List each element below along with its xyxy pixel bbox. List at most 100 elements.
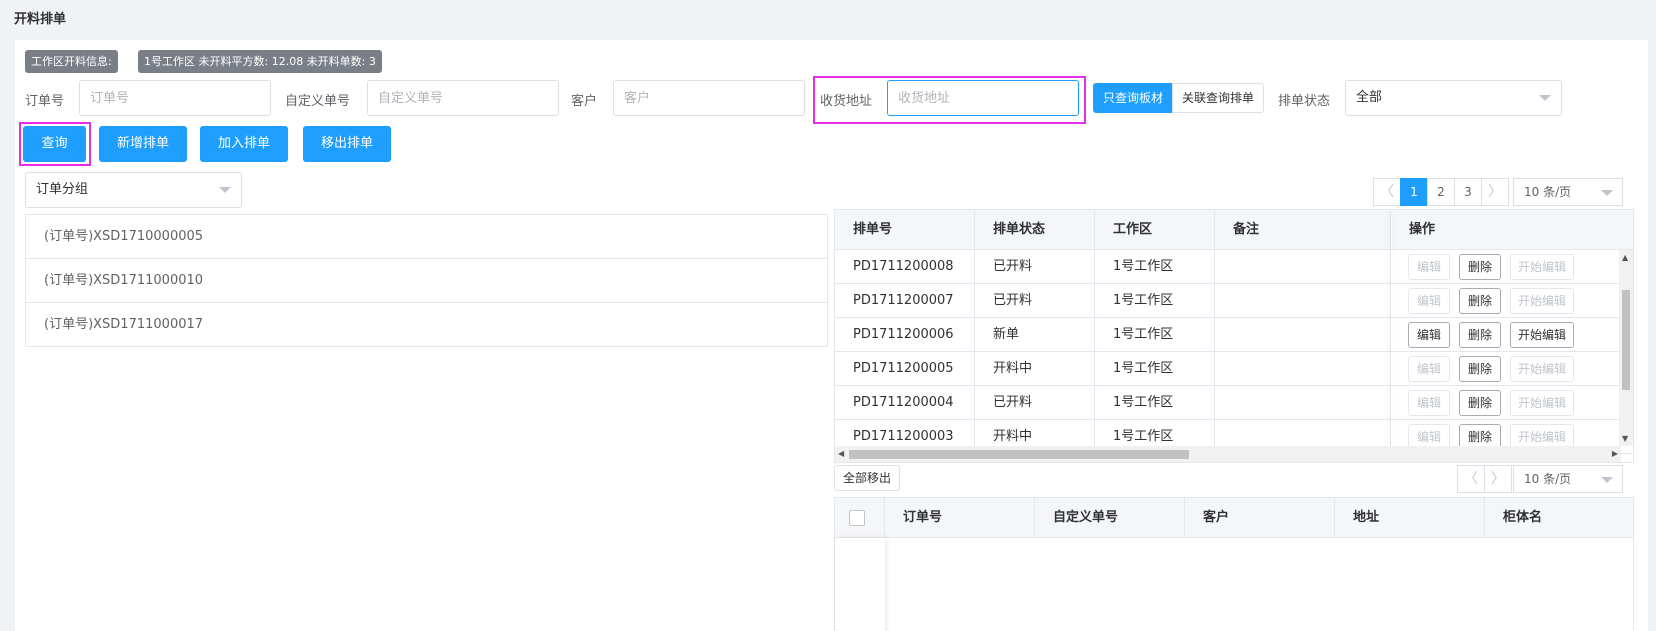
table-row[interactable]: PD1711200008 已开料 1号工作区 编辑 删除 开始编辑 bbox=[835, 250, 1633, 284]
list-item[interactable]: (订单号)XSD1710000005 bbox=[26, 215, 827, 259]
pagination-bottom: 〈 〉 bbox=[1457, 465, 1512, 493]
scroll-left-icon[interactable]: ◀ bbox=[838, 449, 844, 458]
list-item[interactable]: (订单号)XSD1711000010 bbox=[26, 259, 827, 303]
col-custom-no: 自定义单号 bbox=[1035, 498, 1185, 538]
page-size-select-top[interactable]: 10 条/页 bbox=[1513, 178, 1623, 206]
cell-area: 1号工作区 bbox=[1095, 352, 1215, 386]
actions-cell: 编辑 删除 开始编辑 bbox=[1391, 386, 1621, 420]
page-button-1[interactable]: 1 bbox=[1400, 178, 1428, 206]
address-input[interactable] bbox=[887, 80, 1079, 116]
col-workarea: 工作区 bbox=[1095, 210, 1215, 250]
cell-status: 开料中 bbox=[975, 352, 1095, 386]
cell-note bbox=[1215, 352, 1391, 386]
status-select[interactable]: 全部 bbox=[1345, 80, 1562, 116]
order-no-input[interactable] bbox=[79, 80, 271, 116]
join-schedule-button[interactable]: 加入排单 bbox=[200, 126, 288, 162]
prev-page-button[interactable]: 〈 bbox=[1373, 178, 1401, 206]
prev-page-button[interactable]: 〈 bbox=[1457, 465, 1485, 493]
edit-button[interactable]: 编辑 bbox=[1408, 390, 1450, 416]
cell-area: 1号工作区 bbox=[1095, 250, 1215, 284]
table-row[interactable]: PD1711200005 开料中 1号工作区 编辑 删除 开始编辑 bbox=[835, 352, 1633, 386]
workspace-info-tag: 1号工作区 未开料平方数: 12.08 未开料单数: 3 bbox=[138, 50, 382, 73]
edit-button[interactable]: 编辑 bbox=[1408, 322, 1450, 348]
start-edit-button[interactable]: 开始编辑 bbox=[1510, 390, 1574, 416]
table-row[interactable]: PD1711200006 新单 1号工作区 编辑 删除 开始编辑 bbox=[835, 318, 1633, 352]
chevron-down-icon bbox=[1601, 477, 1613, 483]
select-all-checkbox[interactable] bbox=[849, 510, 865, 526]
delete-button[interactable]: 删除 bbox=[1459, 254, 1501, 280]
start-edit-button[interactable]: 开始编辑 bbox=[1510, 288, 1574, 314]
cell-area: 1号工作区 bbox=[1095, 284, 1215, 318]
edit-button[interactable]: 编辑 bbox=[1408, 356, 1450, 382]
fixed-column-shadow bbox=[835, 538, 885, 631]
cell-status: 新单 bbox=[975, 318, 1095, 352]
order-group-value: 订单分组 bbox=[36, 182, 89, 197]
new-schedule-button[interactable]: 新增排单 bbox=[99, 126, 187, 162]
detail-table: 订单号 自定义单号 客户 地址 柜体名 bbox=[834, 497, 1634, 631]
status-label: 排单状态 bbox=[1278, 94, 1331, 109]
delete-button[interactable]: 删除 bbox=[1459, 390, 1501, 416]
order-no-label: 订单号 bbox=[25, 94, 65, 109]
horizontal-scrollbar[interactable]: ◀ ▶ bbox=[835, 446, 1621, 462]
start-edit-button[interactable]: 开始编辑 bbox=[1510, 322, 1574, 348]
edit-button[interactable]: 编辑 bbox=[1408, 254, 1450, 280]
page-size-select-bottom[interactable]: 10 条/页 bbox=[1513, 465, 1623, 493]
scroll-up-icon[interactable]: ▲ bbox=[1622, 253, 1628, 262]
cell-no: PD1711200005 bbox=[835, 352, 975, 386]
table-row[interactable]: PD1711200007 已开料 1号工作区 编辑 删除 开始编辑 bbox=[835, 284, 1633, 318]
customer-label: 客户 bbox=[571, 94, 598, 109]
seg-linked-query[interactable]: 关联查询排单 bbox=[1172, 83, 1265, 113]
remove-all-button[interactable]: 全部移出 bbox=[834, 465, 901, 491]
horizontal-scroll-thumb[interactable] bbox=[849, 450, 1189, 459]
page-button-3[interactable]: 3 bbox=[1454, 178, 1482, 206]
col-order-no: 订单号 bbox=[885, 498, 1035, 538]
col-status: 排单状态 bbox=[975, 210, 1095, 250]
scroll-right-icon[interactable]: ▶ bbox=[1612, 449, 1618, 458]
remove-schedule-button[interactable]: 移出排单 bbox=[303, 126, 391, 162]
chevron-down-icon bbox=[1601, 190, 1613, 196]
actions-cell: 编辑 删除 开始编辑 bbox=[1391, 284, 1621, 318]
cell-status: 已开料 bbox=[975, 250, 1095, 284]
schedule-table: 排单号 排单状态 工作区 备注 操作 PD1711200008 已开料 1号工作区编… bbox=[834, 209, 1634, 463]
scroll-down-icon[interactable]: ▼ bbox=[1622, 434, 1628, 443]
page-title: 开料排单 bbox=[14, 12, 67, 27]
status-select-value: 全部 bbox=[1356, 90, 1383, 105]
next-page-button[interactable]: 〉 bbox=[1484, 465, 1512, 493]
customer-input[interactable] bbox=[613, 80, 805, 116]
page-button-2[interactable]: 2 bbox=[1427, 178, 1455, 206]
cell-status: 已开料 bbox=[975, 386, 1095, 420]
col-select bbox=[835, 498, 885, 538]
col-note: 备注 bbox=[1215, 210, 1391, 250]
fixed-column-shadow bbox=[1391, 210, 1392, 462]
start-edit-button[interactable]: 开始编辑 bbox=[1510, 254, 1574, 280]
actions-cell: 编辑 删除 开始编辑 bbox=[1391, 352, 1621, 386]
next-page-button[interactable]: 〉 bbox=[1481, 178, 1509, 206]
order-group-select[interactable]: 订单分组 bbox=[25, 172, 242, 208]
table-header: 排单号 排单状态 工作区 备注 操作 bbox=[835, 210, 1633, 250]
edit-button[interactable]: 编辑 bbox=[1408, 288, 1450, 314]
start-edit-button[interactable]: 开始编辑 bbox=[1510, 356, 1574, 382]
delete-button[interactable]: 删除 bbox=[1459, 288, 1501, 314]
cell-status: 已开料 bbox=[975, 284, 1095, 318]
vertical-scrollbar[interactable]: ▲ ▼ bbox=[1619, 250, 1633, 446]
list-item[interactable]: (订单号)XSD1711000017 bbox=[26, 303, 827, 347]
query-button[interactable]: 查询 bbox=[23, 126, 86, 162]
col-customer: 客户 bbox=[1185, 498, 1335, 538]
actions-cell: 编辑 删除 开始编辑 bbox=[1391, 318, 1621, 352]
vertical-scroll-thumb[interactable] bbox=[1622, 290, 1630, 390]
delete-button[interactable]: 删除 bbox=[1459, 356, 1501, 382]
table-row[interactable]: PD1711200004 已开料 1号工作区 编辑 删除 开始编辑 bbox=[835, 386, 1633, 420]
chevron-down-icon bbox=[219, 187, 231, 193]
cell-area: 1号工作区 bbox=[1095, 386, 1215, 420]
col-cabinet-name: 柜体名 bbox=[1503, 510, 1543, 525]
custom-no-input[interactable] bbox=[367, 80, 559, 116]
actions-cell: 编辑 删除 开始编辑 bbox=[1391, 250, 1621, 284]
cell-no: PD1711200004 bbox=[835, 386, 975, 420]
col-schedule-no: 排单号 bbox=[835, 210, 975, 250]
delete-button[interactable]: 删除 bbox=[1459, 322, 1501, 348]
seg-board-only[interactable]: 只查询板材 bbox=[1093, 83, 1174, 113]
cell-note bbox=[1215, 250, 1391, 284]
custom-no-label: 自定义单号 bbox=[285, 94, 351, 109]
address-label: 收货地址 bbox=[820, 94, 873, 109]
cell-no: PD1711200007 bbox=[835, 284, 975, 318]
